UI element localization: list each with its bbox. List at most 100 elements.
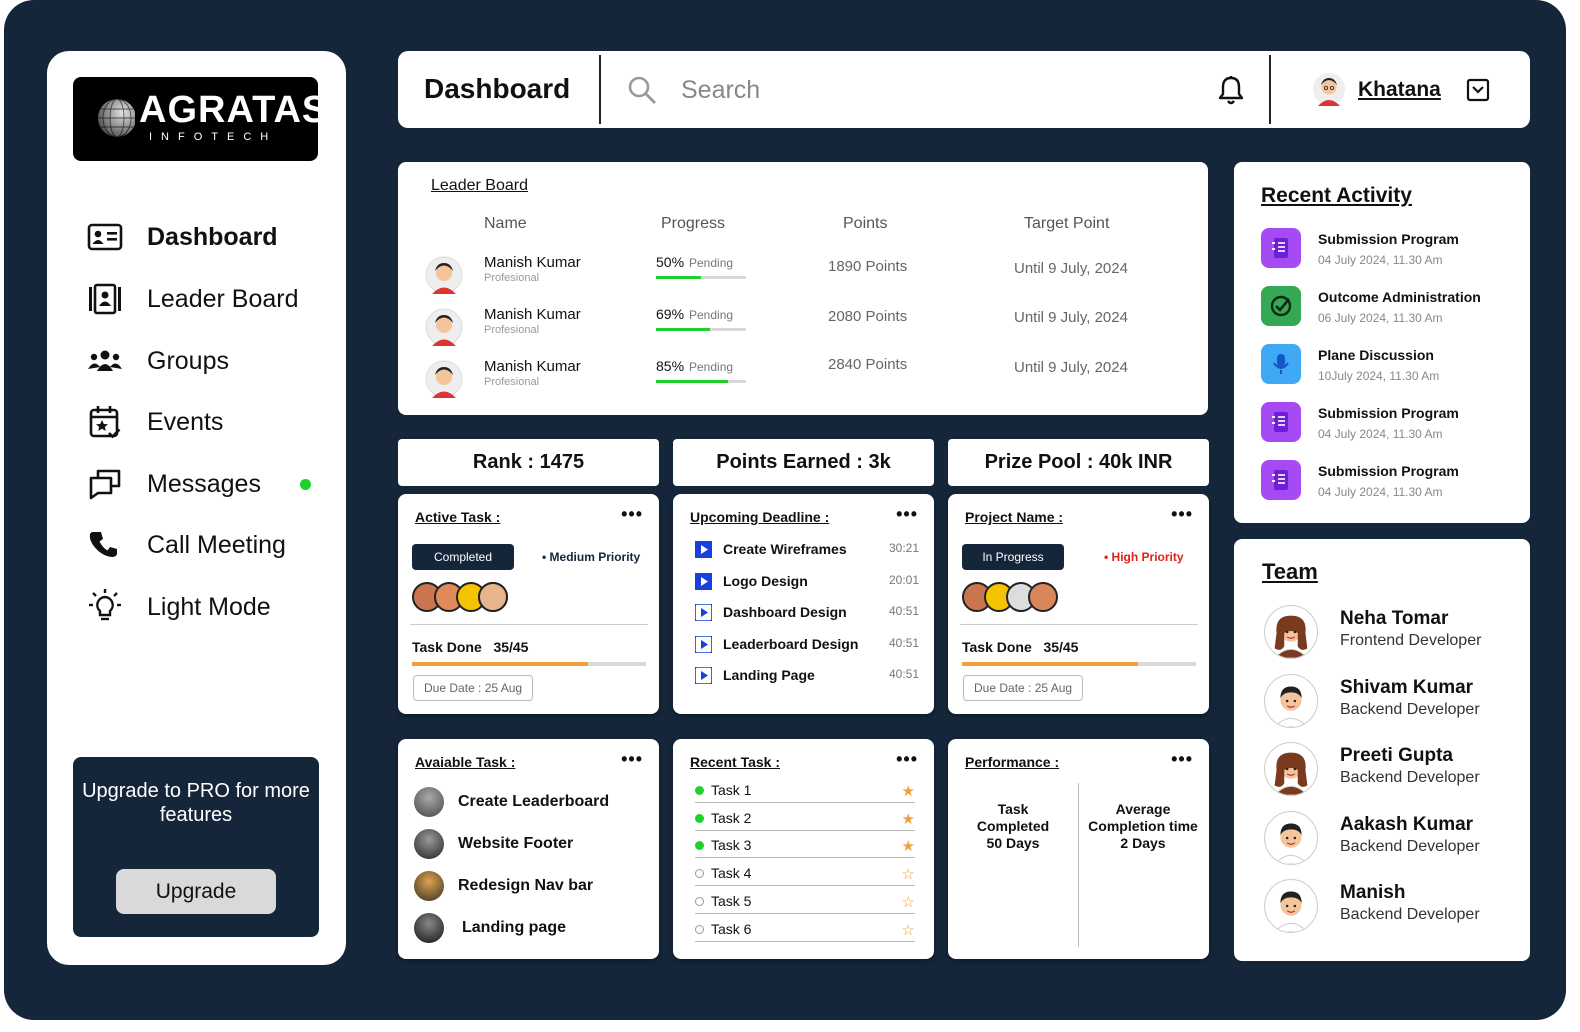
deadline-name: Leaderboard Design	[723, 635, 859, 652]
recent-task-item[interactable]: Task 3 ★	[695, 836, 915, 859]
activity-item[interactable]: Submission Program 04 July 2024, 11.30 Am	[1261, 228, 1521, 272]
activity-time: 04 July 2024, 11.30 Am	[1318, 427, 1443, 441]
nav-groups[interactable]: Groups	[85, 339, 325, 383]
user-avatar[interactable]	[1312, 72, 1346, 106]
task-name: Create Leaderboard	[458, 793, 610, 810]
recent-task-item[interactable]: Task 5 ☆	[695, 892, 915, 914]
leaderboard-row[interactable]: Manish Kumar Profesional 69% Pending 208…	[398, 306, 1208, 350]
phone-icon	[85, 525, 125, 565]
star-icon[interactable]: ★	[902, 810, 915, 828]
upgrade-button[interactable]: Upgrade	[116, 869, 276, 914]
task-done: Task Done 35/45	[412, 639, 529, 655]
deadline-item[interactable]: Landing Page 40:51	[695, 666, 919, 686]
available-task-card: Avaiable Task : ••• Create Leaderboard W…	[398, 739, 659, 959]
page-title: Dashboard	[424, 73, 571, 104]
more-icon[interactable]: •••	[1171, 504, 1193, 525]
star-icon[interactable]: ★	[902, 837, 915, 855]
search-input[interactable]	[681, 71, 1181, 109]
deadline-item[interactable]: Dashboard Design 40:51	[695, 603, 919, 623]
recent-task-item[interactable]: Task 1 ★	[695, 781, 915, 803]
task-name: Task 3	[711, 837, 752, 854]
chevron-down-icon[interactable]	[1466, 78, 1490, 107]
column-header: Name	[484, 215, 527, 232]
card-title: Project Name :	[965, 509, 1064, 525]
search-icon[interactable]	[627, 75, 657, 110]
id-card-icon	[85, 217, 125, 257]
activity-time: 04 July 2024, 11.30 Am	[1318, 253, 1443, 267]
divider	[1078, 783, 1079, 947]
star-icon[interactable]: ☆	[902, 921, 915, 939]
star-icon[interactable]: ★	[902, 782, 915, 800]
available-task-item[interactable]: Website Footer	[414, 829, 644, 861]
deadline-item[interactable]: Leaderboard Design 40:51	[695, 635, 919, 655]
nav-label: Call Meeting	[147, 530, 286, 559]
target-date: Until 9 July, 2024	[1014, 260, 1128, 277]
activity-item[interactable]: Plane Discussion 10July 2024, 11.30 Am	[1261, 344, 1521, 388]
team-member[interactable]: Preeti Gupta Backend Developer	[1264, 742, 1524, 798]
deadline-name: Dashboard Design	[723, 604, 847, 620]
progress-status: Pending	[689, 256, 734, 270]
leaderboard-card: Leader Board Name Progress Points Target…	[398, 162, 1208, 415]
activity-item[interactable]: Submission Program 04 July 2024, 11.30 Am	[1261, 402, 1521, 446]
leaderboard-row[interactable]: Manish Kumar Profesional 85% Pending 284…	[398, 356, 1208, 402]
status-badge: Completed	[412, 544, 514, 570]
play-icon	[695, 541, 712, 558]
avatar	[425, 308, 463, 346]
player-role: Profesional	[484, 272, 540, 284]
more-icon[interactable]: •••	[1171, 749, 1193, 770]
bell-icon[interactable]	[1218, 75, 1244, 110]
more-icon[interactable]: •••	[621, 749, 643, 770]
task-done: Task Done 35/45	[962, 639, 1079, 655]
team-member[interactable]: Aakash Kumar Backend Developer	[1264, 810, 1524, 867]
rank-tile: Rank : 1475	[398, 439, 659, 486]
nav-messages[interactable]: Messages	[85, 462, 325, 506]
avatar	[425, 256, 463, 294]
recent-task-item[interactable]: Task 6 ☆	[695, 920, 915, 942]
deadline-name: Landing Page	[723, 667, 815, 683]
check-circle-icon	[1261, 286, 1301, 326]
user-name[interactable]: Khatana	[1358, 78, 1441, 102]
nav-dashboard[interactable]: Dashboard	[85, 215, 325, 259]
nav-label: Groups	[147, 346, 229, 375]
team-member[interactable]: Neha Tomar Frontend Developer	[1264, 605, 1524, 661]
deadline-name: Logo Design	[723, 572, 808, 589]
lightbulb-icon	[85, 587, 125, 627]
nav-events[interactable]: Events	[85, 400, 325, 444]
progress-bar	[656, 276, 746, 279]
deadline-item[interactable]: Logo Design 20:01	[695, 572, 919, 592]
activity-item[interactable]: Submission Program 04 July 2024, 11.30 Am	[1261, 460, 1521, 504]
available-task-item[interactable]: Create Leaderboard	[414, 787, 644, 819]
star-icon[interactable]: ☆	[902, 865, 915, 883]
play-icon	[695, 604, 712, 621]
available-task-item[interactable]: Landing page	[414, 913, 644, 945]
column-header: Progress	[661, 215, 726, 232]
available-task-item[interactable]: Redesign Nav bar	[414, 871, 644, 903]
more-icon[interactable]: •••	[896, 504, 918, 525]
deadline-item[interactable]: Create Wireframes 30:21	[695, 540, 919, 560]
nav-light-mode[interactable]: Light Mode	[85, 585, 325, 629]
deadline-card: Upcoming Deadline : ••• Create Wireframe…	[673, 494, 934, 714]
nav-label: Light Mode	[147, 592, 271, 621]
member-role: Backend Developer	[1340, 906, 1480, 923]
more-icon[interactable]: •••	[896, 749, 918, 770]
member-name: Shivam Kumar	[1340, 676, 1474, 698]
nav-label: Messages	[147, 469, 261, 498]
target-date: Until 9 July, 2024	[1014, 359, 1128, 376]
card-title: Active Task :	[415, 509, 501, 525]
activity-title: Plane Discussion	[1318, 347, 1434, 363]
activity-item[interactable]: Outcome Administration 06 July 2024, 11.3…	[1261, 286, 1521, 330]
team-member[interactable]: Shivam Kumar Backend Developer	[1264, 673, 1524, 730]
nav-call-meeting[interactable]: Call Meeting	[85, 523, 325, 567]
star-icon[interactable]: ☆	[902, 893, 915, 911]
divider	[1269, 55, 1271, 124]
more-icon[interactable]: •••	[621, 504, 643, 525]
team-member[interactable]: Manish Backend Developer	[1264, 879, 1524, 935]
avatar	[478, 582, 508, 612]
recent-task-item[interactable]: Task 2 ★	[695, 809, 915, 831]
recent-task-item[interactable]: Task 4 ☆	[695, 864, 915, 887]
leaderboard-title[interactable]: Leader Board	[431, 177, 528, 195]
nav-leader-board[interactable]: Leader Board	[85, 277, 325, 321]
card-title: Upcoming Deadline :	[690, 509, 830, 525]
performance-card: Performance : ••• Task Completed 50 Days…	[948, 739, 1209, 959]
leaderboard-row[interactable]: Manish Kumar Profesional 50% Pending 189…	[398, 254, 1208, 298]
